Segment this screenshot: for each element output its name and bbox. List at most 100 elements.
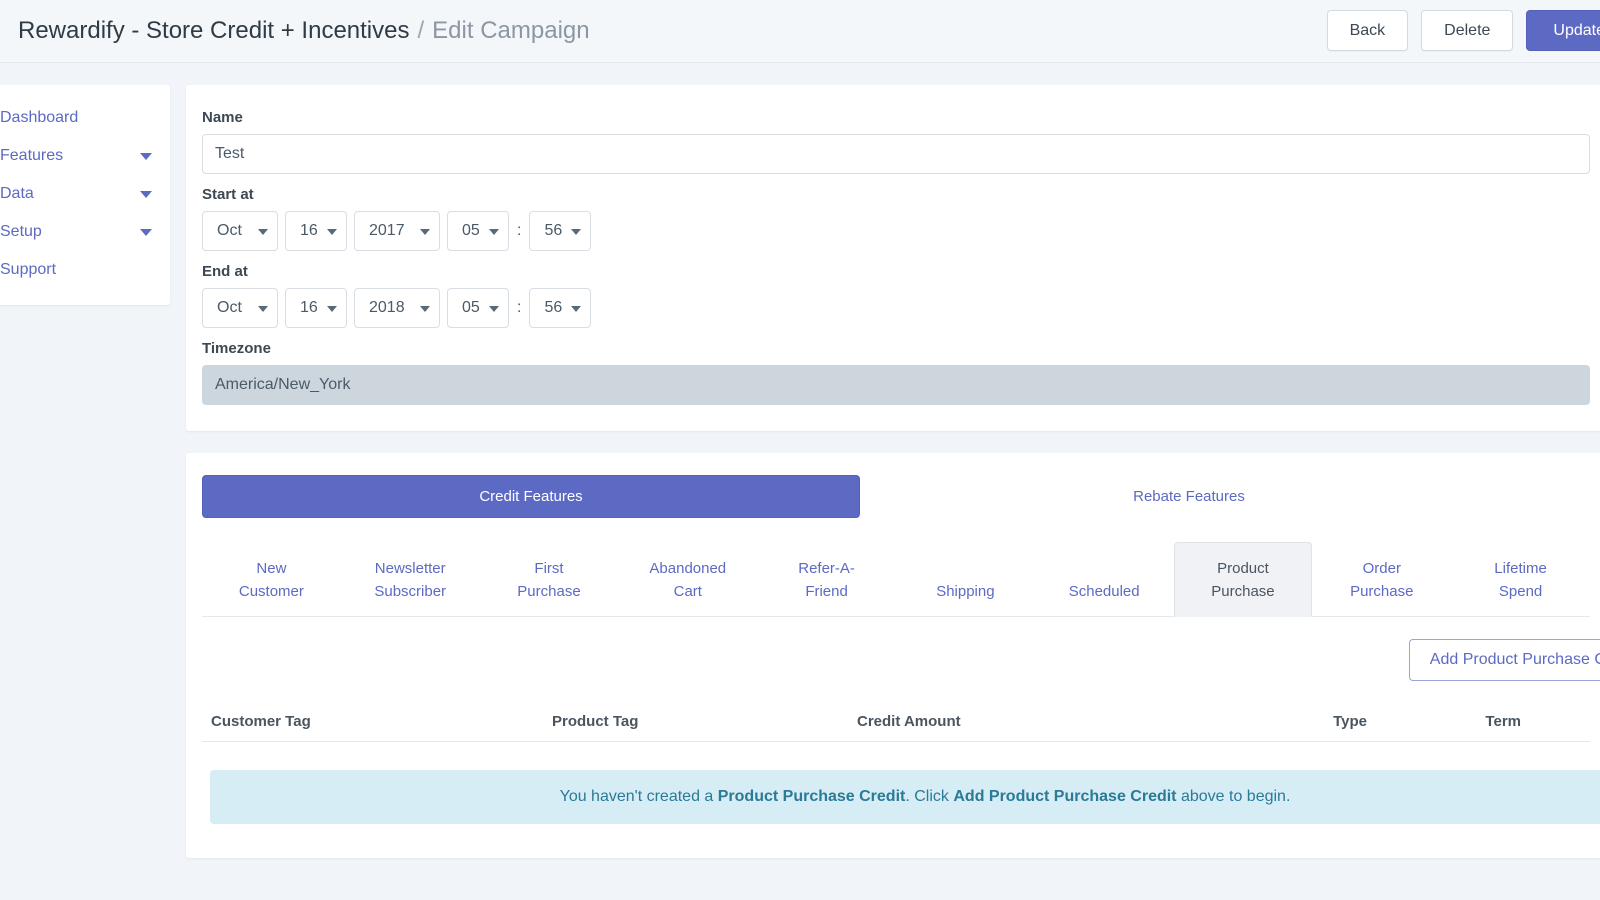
- chevron-down-icon: [327, 229, 337, 235]
- tab-label-line1: Scheduled: [1069, 583, 1140, 600]
- rebate-features-button[interactable]: Rebate Features: [860, 475, 1518, 518]
- sidebar-item-setup[interactable]: Setup: [0, 213, 170, 251]
- name-input[interactable]: [202, 134, 1590, 174]
- end-year-select[interactable]: 2018: [354, 288, 440, 328]
- page-title: Rewardify - Store Credit + Incentives: [18, 17, 410, 45]
- tab-shipping[interactable]: Shipping: [896, 565, 1035, 615]
- sidebar-item-label: Features: [0, 147, 63, 165]
- tab-label-line1: Product: [1217, 560, 1269, 577]
- column-header-term: Term: [1367, 713, 1527, 730]
- add-product-purchase-credit-button[interactable]: Add Product Purchase Credit: [1409, 639, 1600, 681]
- start-year-select[interactable]: 2017: [354, 211, 440, 251]
- app-header: Rewardify - Store Credit + Incentives / …: [0, 0, 1600, 63]
- table-header-row: Customer Tag Product Tag Credit Amount T…: [202, 713, 1590, 741]
- sidebar-item-label: Setup: [0, 223, 42, 241]
- tab-label-line1: First: [534, 560, 563, 577]
- alert-text-bold1: Product Purchase Credit: [718, 788, 906, 805]
- start-time-separator: :: [517, 222, 521, 240]
- tab-label-line1: Abandoned: [649, 560, 726, 577]
- tab-order-purchase[interactable]: Order Purchase: [1312, 542, 1451, 616]
- tab-refer-a-friend[interactable]: Refer-A- Friend: [757, 542, 896, 616]
- end-minute-value: 56: [544, 299, 562, 317]
- main-content: Name Start at Oct 16 2017: [186, 63, 1600, 858]
- tab-abandoned-cart[interactable]: Abandoned Cart: [618, 542, 757, 616]
- tab-product-purchase[interactable]: Product Purchase: [1174, 542, 1313, 617]
- credits-table: Customer Tag Product Tag Credit Amount T…: [202, 713, 1590, 742]
- features-card: Credit Features Rebate Features New Cust…: [186, 453, 1600, 858]
- tab-label-line1: Refer-A-: [798, 560, 855, 577]
- sidebar-item-dashboard[interactable]: Dashboard: [0, 99, 170, 137]
- start-hour-select[interactable]: 05: [447, 211, 509, 251]
- tab-scheduled[interactable]: Scheduled: [1035, 565, 1174, 615]
- end-at-label: End at: [202, 263, 1590, 280]
- start-minute-select[interactable]: 56: [529, 211, 591, 251]
- tab-label-line1: New: [256, 560, 286, 577]
- campaign-form-card: Name Start at Oct 16 2017: [186, 85, 1600, 431]
- tab-label-line2: Purchase: [517, 583, 580, 600]
- sidebar-item-data[interactable]: Data: [0, 175, 170, 213]
- tab-label-line1: Order: [1363, 560, 1401, 577]
- sidebar-item-label: Data: [0, 185, 34, 203]
- tab-first-purchase[interactable]: First Purchase: [480, 542, 619, 616]
- alert-text-part3: above to begin.: [1177, 788, 1291, 805]
- start-at-label: Start at: [202, 186, 1590, 203]
- tab-label-line1: Newsletter: [375, 560, 446, 577]
- tab-label-line2: Cart: [674, 583, 702, 600]
- tab-lifetime-spend[interactable]: Lifetime Spend: [1451, 542, 1590, 616]
- header-actions: Back Delete Update: [1327, 10, 1600, 51]
- empty-state-alert: You haven't created a Product Purchase C…: [210, 770, 1600, 824]
- timezone-label: Timezone: [202, 340, 1590, 357]
- end-time-separator: :: [517, 299, 521, 317]
- credit-features-button[interactable]: Credit Features: [202, 475, 860, 518]
- start-at-row: Oct 16 2017 05 :: [202, 211, 1590, 251]
- end-hour-value: 05: [462, 299, 480, 317]
- tab-new-customer[interactable]: New Customer: [202, 542, 341, 616]
- chevron-down-icon: [489, 306, 499, 312]
- start-day-select[interactable]: 16: [285, 211, 347, 251]
- alert-text-part1: You haven't created a: [560, 788, 718, 805]
- column-header-type: Type: [1215, 713, 1367, 730]
- add-button-row: Add Product Purchase Credit: [186, 617, 1600, 681]
- sidebar-item-label: Support: [0, 261, 56, 279]
- start-minute-value: 56: [544, 222, 562, 240]
- alert-text-part2: . Click: [905, 788, 953, 805]
- timezone-input: [202, 365, 1590, 405]
- start-at-group: Start at Oct 16 2017 05: [186, 186, 1600, 251]
- tab-label-line2: Subscriber: [374, 583, 446, 600]
- chevron-down-icon: [140, 191, 152, 198]
- end-hour-select[interactable]: 05: [447, 288, 509, 328]
- column-header-customer-tag: Customer Tag: [202, 713, 552, 730]
- timezone-group: Timezone: [186, 340, 1600, 405]
- start-month-select[interactable]: Oct: [202, 211, 278, 251]
- chevron-down-icon: [571, 306, 581, 312]
- chevron-down-icon: [327, 306, 337, 312]
- tab-label-line1: Shipping: [936, 583, 994, 600]
- alert-text-bold2: Add Product Purchase Credit: [953, 788, 1176, 805]
- end-month-value: Oct: [217, 299, 242, 317]
- tab-label-line2: Spend: [1499, 583, 1542, 600]
- end-at-group: End at Oct 16 2018 05: [186, 263, 1600, 328]
- back-button[interactable]: Back: [1327, 10, 1409, 51]
- start-hour-value: 05: [462, 222, 480, 240]
- tab-label-line1: Lifetime: [1494, 560, 1547, 577]
- sidebar-item-label: Dashboard: [0, 109, 78, 127]
- sidebar-item-support[interactable]: Support: [0, 251, 170, 289]
- tab-newsletter-subscriber[interactable]: Newsletter Subscriber: [341, 542, 480, 616]
- tab-label-line2: Purchase: [1350, 583, 1413, 600]
- sidebar-item-features[interactable]: Features: [0, 137, 170, 175]
- start-year-value: 2017: [369, 222, 405, 240]
- chevron-down-icon: [420, 229, 430, 235]
- chevron-down-icon: [258, 229, 268, 235]
- delete-button[interactable]: Delete: [1421, 10, 1513, 51]
- update-button[interactable]: Update: [1526, 10, 1600, 51]
- name-label: Name: [202, 109, 1590, 126]
- end-minute-select[interactable]: 56: [529, 288, 591, 328]
- end-at-row: Oct 16 2018 05 :: [202, 288, 1590, 328]
- name-field-group: Name: [186, 109, 1600, 174]
- chevron-down-icon: [489, 229, 499, 235]
- breadcrumb-current: Edit Campaign: [432, 17, 589, 45]
- end-day-select[interactable]: 16: [285, 288, 347, 328]
- end-month-select[interactable]: Oct: [202, 288, 278, 328]
- page-body: Dashboard Features Data Setup Support Na…: [0, 63, 1600, 900]
- feature-tabs: New Customer Newsletter Subscriber First…: [202, 542, 1590, 617]
